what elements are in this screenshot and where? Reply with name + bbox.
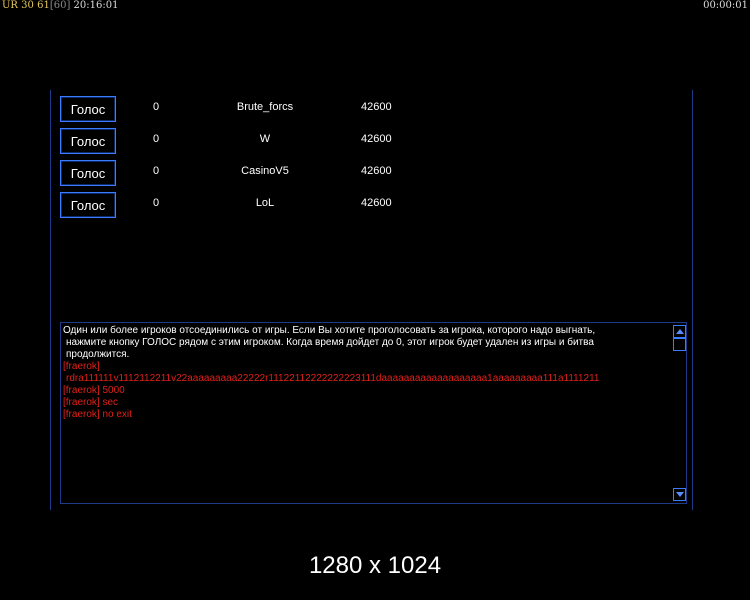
panel-border-right bbox=[692, 90, 693, 510]
player-row: Голос 0 Brute_forcs 42600 bbox=[60, 96, 460, 122]
chat-message: [fraerok] 5000 bbox=[63, 385, 125, 396]
vote-button[interactable]: Голос bbox=[60, 192, 116, 218]
chat-message: rdra111111v1112112211v22aaaaaaaaa22222r1… bbox=[66, 373, 600, 384]
hud-ur-label: UR bbox=[2, 0, 18, 11]
hud-ur-value: 30 bbox=[21, 0, 34, 11]
vote-button[interactable]: Голос bbox=[60, 96, 116, 122]
chat-message: [fraerok] bbox=[63, 361, 100, 372]
system-message-line: нажмите кнопку ГОЛОС рядом с этим игроко… bbox=[66, 337, 594, 348]
vote-count: 0 bbox=[153, 133, 160, 145]
chat-scrollbar[interactable] bbox=[672, 323, 686, 503]
player-name: LoL bbox=[255, 197, 275, 209]
vote-count: 0 bbox=[153, 197, 160, 209]
player-score: 42600 bbox=[361, 165, 392, 177]
player-row: Голос 0 LoL 42600 bbox=[60, 192, 460, 218]
chat-content: Один или более игроков отсоединились от … bbox=[63, 325, 669, 421]
player-score: 42600 bbox=[361, 133, 392, 145]
panel-border-left bbox=[50, 90, 51, 510]
scroll-up-button[interactable] bbox=[673, 325, 686, 338]
hud-elapsed-time: 00:00:01 bbox=[703, 0, 748, 11]
hud-fps-cap: [60] bbox=[49, 0, 71, 11]
hud-stats: UR 30 61[60] 20:16:01 bbox=[2, 0, 118, 12]
vote-button[interactable]: Голос bbox=[60, 128, 116, 154]
chat-message: [fraerok] no exit bbox=[63, 409, 132, 420]
hud-fps: 61 bbox=[37, 0, 50, 11]
system-message-line: продолжится. bbox=[66, 349, 130, 360]
player-name: Brute_forcs bbox=[236, 101, 294, 113]
resolution-label: 1280 x 1024 bbox=[308, 552, 442, 579]
system-message-line: Один или более игроков отсоединились от … bbox=[63, 325, 596, 336]
player-score: 42600 bbox=[361, 197, 392, 209]
chat-log[interactable]: Один или более игроков отсоединились от … bbox=[60, 322, 687, 504]
vote-count: 0 bbox=[153, 165, 160, 177]
player-name: W bbox=[259, 133, 271, 145]
arrow-up-icon bbox=[675, 329, 684, 334]
player-score: 42600 bbox=[361, 101, 392, 113]
hud-clock: 20:16:01 bbox=[73, 0, 119, 11]
player-row: Голос 0 W 42600 bbox=[60, 128, 460, 154]
player-row: Голос 0 CasinoV5 42600 bbox=[60, 160, 460, 186]
scroll-down-button[interactable] bbox=[673, 488, 686, 501]
vote-count: 0 bbox=[153, 101, 160, 113]
arrow-down-icon bbox=[675, 492, 684, 497]
scroll-thumb[interactable] bbox=[673, 338, 686, 351]
vote-button[interactable]: Голос bbox=[60, 160, 116, 186]
player-name: CasinoV5 bbox=[241, 165, 289, 177]
chat-message: [fraerok] sec bbox=[63, 397, 119, 408]
